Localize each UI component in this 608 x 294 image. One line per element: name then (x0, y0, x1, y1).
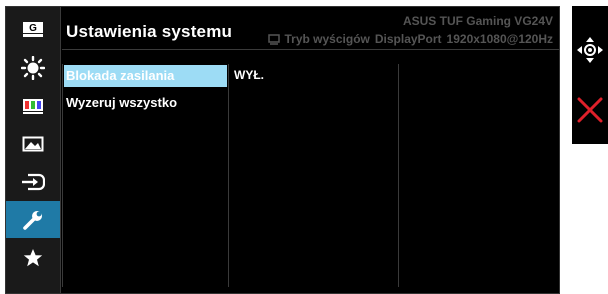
osd-menu: G Ustawienia systemu ASUS TUF Gaming VG2… (5, 6, 560, 294)
monitor-icon (267, 33, 280, 45)
sidebar-item-input-select[interactable] (6, 163, 60, 200)
model-name: ASUS TUF Gaming VG24V (402, 14, 553, 28)
close-icon[interactable] (577, 97, 603, 123)
power-lock-value: WYŁ. (234, 68, 264, 82)
nav-panel (572, 6, 608, 144)
page-title: Ustawienia systemu (66, 22, 233, 41)
menu-item-power-lock[interactable]: Blokada zasilania (64, 65, 227, 87)
mode-label: Tryb wyścigów (284, 32, 370, 46)
resolution-label: 1920x1080@120Hz (446, 32, 553, 46)
header: Ustawienia systemu ASUS TUF Gaming VG24V… (62, 7, 559, 50)
sidebar-item-brightness[interactable] (6, 49, 60, 86)
sidebar-item-gameplus[interactable]: G (6, 11, 60, 48)
empty-column (398, 64, 560, 287)
sidebar-item-image[interactable] (6, 125, 60, 162)
color-icon (23, 98, 43, 114)
joystick-icon[interactable] (576, 36, 604, 64)
brightness-icon (21, 55, 45, 80)
input-select-icon (22, 173, 45, 190)
gameplus-icon: G (23, 21, 43, 37)
image-icon (22, 136, 44, 151)
input-label: DisplayPort (374, 32, 442, 46)
svg-text:G: G (29, 23, 37, 34)
sidebar-item-favorites[interactable] (6, 239, 60, 276)
sidebar: G (6, 7, 61, 293)
value-column (228, 64, 398, 287)
star-icon (23, 248, 43, 266)
wrench-icon (23, 210, 42, 230)
menu-item-reset-all[interactable]: Wyzeruj wszystko (64, 92, 227, 114)
sidebar-item-color[interactable] (6, 87, 60, 124)
sidebar-item-system[interactable] (6, 201, 60, 238)
menu-column: Blokada zasilania Wyzeruj wszystko (62, 64, 228, 287)
status-line: Tryb wyścigów DisplayPort 1920x1080@120H… (267, 32, 553, 46)
